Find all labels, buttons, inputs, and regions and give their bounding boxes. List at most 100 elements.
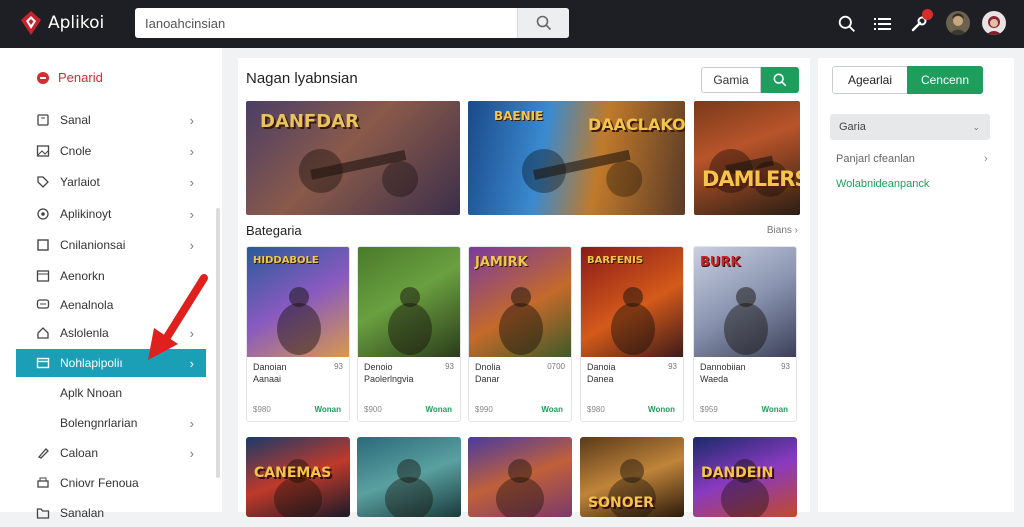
game-art-title: JAMIRK xyxy=(475,255,528,270)
sidebar-item-label: Aslolenla xyxy=(60,326,109,340)
card-icon xyxy=(36,356,50,370)
avatar[interactable] xyxy=(946,11,970,35)
search-toggle-button[interactable] xyxy=(761,67,799,93)
sidebar-item-0[interactable]: Sanal › xyxy=(16,106,206,134)
notification-badge xyxy=(922,9,933,20)
featured-banner[interactable]: DAMLERS xyxy=(694,101,800,215)
filter-button[interactable]: Agearlai xyxy=(832,66,908,94)
arrow-annotation xyxy=(148,274,208,360)
view-toggle: Gamia xyxy=(701,67,799,93)
banner-art-icon xyxy=(709,149,789,197)
genre-select[interactable]: Garia ⌄ xyxy=(830,114,990,140)
character-icon xyxy=(385,459,433,517)
chevron-right-icon: › xyxy=(189,112,194,128)
game-card[interactable]: CANEMAS xyxy=(246,437,350,517)
game-art: JAMIRK xyxy=(469,247,571,357)
buy-link[interactable]: Wonan xyxy=(761,405,788,414)
game-art-title: BARFENIS xyxy=(587,255,644,266)
sidebar-item-12[interactable]: Cniovr Fenoua xyxy=(16,469,206,497)
game-card[interactable]: BARFENIS Danoia Danea 93 $980 Wonon xyxy=(580,246,684,422)
menu-button[interactable] xyxy=(872,13,894,35)
game-card[interactable]: DANDEIN xyxy=(693,437,797,517)
chevron-down-icon: ⌄ xyxy=(972,121,980,132)
game-card[interactable] xyxy=(357,437,461,517)
sidebar-item-label: Sanalan xyxy=(60,506,105,520)
search-input[interactable] xyxy=(135,8,517,38)
gamepad-icon xyxy=(37,71,49,84)
game-card[interactable]: HIDDABOLE Danoian Aanaai 93 $980 Wonan xyxy=(246,246,350,422)
game-card[interactable]: SONOER xyxy=(580,437,684,517)
avatar-icon xyxy=(982,11,1006,35)
banner-title: BAENIE xyxy=(494,109,544,123)
sidebar-item-label: Aplikinoyt xyxy=(60,207,112,221)
buy-link[interactable]: Wonon xyxy=(648,405,675,414)
sidebar-item-label: Aenorkn xyxy=(60,269,105,283)
game-price: $980 xyxy=(587,405,605,414)
game-card[interactable] xyxy=(468,437,572,517)
game-subtitle: Aanaai xyxy=(253,374,282,384)
game-art: BURK xyxy=(694,247,796,357)
see-more-link[interactable]: Bians › xyxy=(767,225,798,236)
game-title: Danoian xyxy=(253,362,287,372)
character-icon xyxy=(496,459,544,517)
chevron-right-icon: › xyxy=(189,415,194,431)
banner-title: DANFDAR xyxy=(260,111,359,132)
search-button[interactable] xyxy=(517,8,569,38)
sidebar-scrollbar[interactable] xyxy=(216,208,220,478)
search-icon xyxy=(838,15,855,32)
sidebar-item-2[interactable]: Yarlaiot › xyxy=(16,168,206,196)
sidebar-item-11[interactable]: Caloan › xyxy=(16,439,206,467)
related-link[interactable]: Panjarl cfeanlan › xyxy=(836,153,988,165)
header-search-button[interactable] xyxy=(836,13,858,35)
rating-badge: 93 xyxy=(334,362,343,371)
app-logo[interactable]: Aplikoi xyxy=(20,10,104,36)
house-icon xyxy=(36,326,50,340)
game-price: $959 xyxy=(700,405,718,414)
game-card[interactable]: Denoio Paolerlngvia 93 $900 Wonan xyxy=(357,246,461,422)
sidebar-item-3[interactable]: Aplikinoyt › xyxy=(16,200,206,228)
chevron-right-icon: › xyxy=(189,445,194,461)
game-subtitle: Paolerlngvia xyxy=(364,374,414,384)
sidebar-item-10[interactable]: Bolengnrlarian › xyxy=(16,409,206,437)
banner-title: DAMLERS xyxy=(702,167,800,191)
sidebar-item-13[interactable]: Sanalan xyxy=(16,499,206,527)
featured-banner[interactable]: DANFDAR xyxy=(246,101,460,215)
highlight-link[interactable]: Wolabnideanpanck xyxy=(836,178,929,190)
game-title: Dnolia xyxy=(475,362,501,372)
rating-badge: 93 xyxy=(445,362,454,371)
sidebar-title[interactable]: Penarid xyxy=(36,70,103,85)
printer-icon xyxy=(36,476,50,490)
top-bar: Aplikoi xyxy=(0,0,1024,48)
right-panel: Agearlai Cencenn Garia ⌄ Panjarl cfeanla… xyxy=(818,58,1014,512)
notification-button[interactable] xyxy=(908,9,933,35)
game-art: HIDDABOLE xyxy=(247,247,349,357)
primary-filter-button[interactable]: Cencenn xyxy=(907,66,983,94)
main-content: Nagan lyabnsian Gamia DANFDAR BAENIE DAACL… xyxy=(238,58,810,517)
buy-link[interactable]: Wonan xyxy=(314,405,341,414)
game-card[interactable]: JAMIRK Dnolia Danar 0700 $990 Woan xyxy=(468,246,572,422)
sidebar-item-9[interactable]: Aplk Nnoan xyxy=(16,379,206,407)
game-card[interactable]: BURK Dannobiian Waeda 93 $959 Wonan xyxy=(693,246,797,422)
game-art-title: BURK xyxy=(700,255,741,270)
rating-badge: 0700 xyxy=(547,362,565,371)
game-price: $980 xyxy=(253,405,271,414)
list-icon xyxy=(874,18,891,30)
sidebar-item-label: Aplk Nnoan xyxy=(60,386,123,400)
sidebar-item-4[interactable]: Cnilanionsai › xyxy=(16,231,206,259)
game-title: Denoio xyxy=(364,362,393,372)
chat-icon xyxy=(36,298,50,312)
game-art: BARFENIS xyxy=(581,247,683,357)
sidebar-item-label: Aenalnola xyxy=(60,298,114,312)
buy-link[interactable]: Wonan xyxy=(425,405,452,414)
games-toggle-button[interactable]: Gamia xyxy=(701,67,761,93)
user-avatar[interactable] xyxy=(982,11,1006,35)
app-name: Aplikoi xyxy=(48,13,105,33)
buy-link[interactable]: Woan xyxy=(541,405,563,414)
featured-banner[interactable]: BAENIE DAACLAKON xyxy=(468,101,685,215)
sidebar-item-label: Cniovr Fenoua xyxy=(60,476,139,490)
sidebar-item-1[interactable]: Cnole › xyxy=(16,137,206,165)
game-art-title: HIDDABOLE xyxy=(253,255,319,266)
chevron-right-icon: › xyxy=(189,174,194,190)
avatar-icon xyxy=(946,11,970,35)
chevron-right-icon: › xyxy=(189,237,194,253)
